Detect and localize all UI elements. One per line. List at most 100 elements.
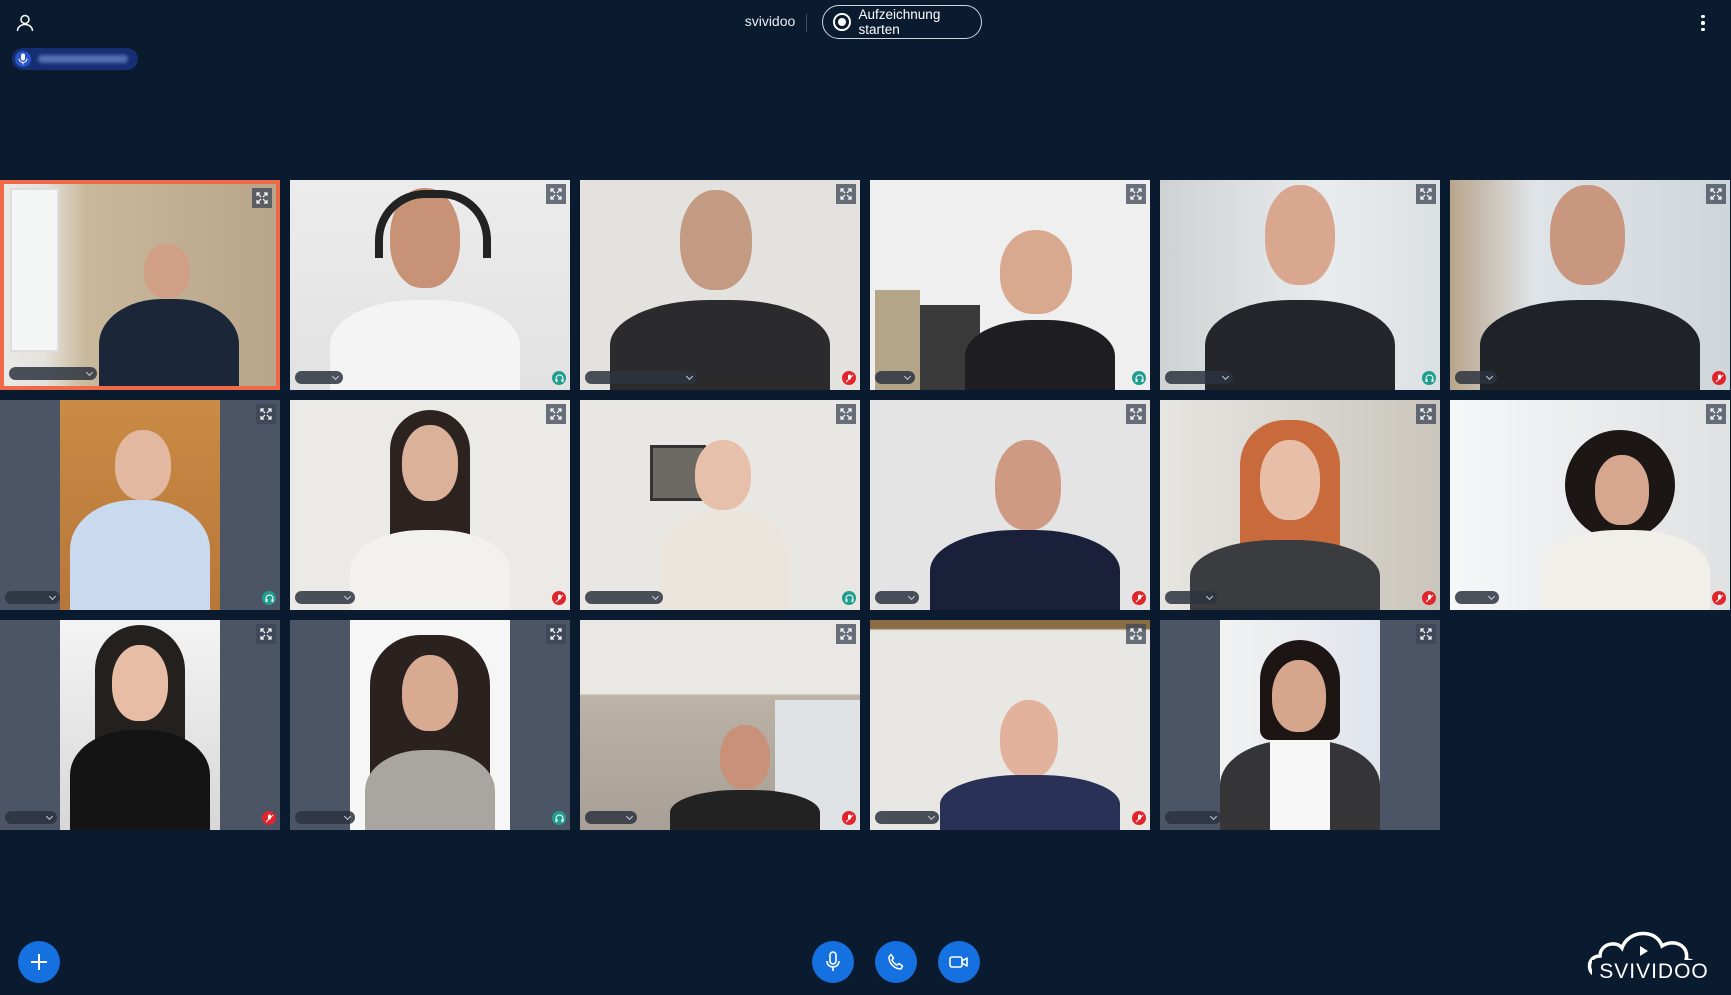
room-name: svividoo [744, 13, 796, 29]
participant-name-pill[interactable] [1455, 371, 1497, 384]
video-tile[interactable] [290, 400, 570, 610]
expand-icon[interactable] [252, 188, 272, 208]
expand-icon[interactable] [546, 404, 566, 424]
video-tile[interactable] [580, 620, 860, 830]
mic-muted-icon [552, 591, 566, 605]
video-tile[interactable] [1160, 620, 1440, 830]
video-tile[interactable] [580, 400, 860, 610]
expand-icon[interactable] [1416, 404, 1436, 424]
video-tile[interactable] [870, 620, 1150, 830]
video-tile[interactable] [290, 620, 570, 830]
suit [1205, 300, 1395, 390]
plus-icon [31, 954, 47, 970]
expand-icon[interactable] [836, 624, 856, 644]
expand-icon[interactable] [1126, 404, 1146, 424]
expand-icon[interactable] [1126, 624, 1146, 644]
shirt [670, 790, 820, 830]
expand-icon[interactable] [256, 404, 276, 424]
mic-toggle-button[interactable] [812, 941, 854, 983]
video-tile[interactable] [0, 180, 280, 390]
participant-name-pill[interactable] [875, 371, 915, 384]
participant-name-pill[interactable] [875, 811, 939, 824]
video-tile[interactable] [0, 620, 280, 830]
expand-icon[interactable] [1126, 184, 1146, 204]
participant-name-pill[interactable] [585, 811, 637, 824]
participant-video [580, 400, 860, 610]
expand-icon[interactable] [1706, 404, 1726, 424]
mic-muted-icon [1132, 591, 1146, 605]
face [1265, 185, 1335, 285]
face [995, 440, 1061, 530]
hangup-call-button[interactable] [875, 941, 917, 983]
speaker-name-blurred [38, 55, 128, 63]
video-tile[interactable] [870, 180, 1150, 390]
apron [1270, 740, 1330, 830]
camera-toggle-button[interactable] [938, 941, 980, 983]
participant-video [580, 620, 860, 830]
video-tile[interactable] [580, 180, 860, 390]
headphones-icon [552, 811, 566, 825]
video-tile[interactable] [1160, 180, 1440, 390]
mic-icon [826, 951, 840, 971]
expand-icon[interactable] [836, 184, 856, 204]
participant-name-pill[interactable] [1455, 591, 1499, 604]
participant-video [580, 180, 860, 390]
active-speaker-indicator [12, 48, 138, 70]
face [1550, 185, 1625, 285]
participant-name-pill[interactable] [585, 591, 663, 604]
participant-video [290, 180, 570, 390]
participant-video [4, 184, 276, 386]
participant-name-pill[interactable] [1165, 371, 1233, 384]
participant-video [60, 400, 220, 610]
add-button[interactable] [18, 941, 60, 983]
video-tile[interactable] [0, 400, 280, 610]
expand-icon[interactable] [256, 624, 276, 644]
face [1260, 440, 1320, 520]
window [10, 188, 59, 352]
mic-muted-icon [262, 811, 276, 825]
mic-muted-icon [1132, 811, 1146, 825]
participant-name-pill[interactable] [875, 591, 919, 604]
face [1000, 700, 1058, 778]
mic-muted-icon [842, 371, 856, 385]
start-recording-button[interactable]: Aufzeichnung starten [822, 5, 982, 39]
participant-name-pill[interactable] [295, 811, 355, 824]
more-options-icon[interactable] [1693, 10, 1713, 36]
expand-icon[interactable] [546, 184, 566, 204]
expand-icon[interactable] [1416, 624, 1436, 644]
face [115, 430, 171, 500]
participant-name-pill[interactable] [1165, 811, 1221, 824]
participant-video [870, 400, 1150, 610]
expand-icon[interactable] [1416, 184, 1436, 204]
participant-name-pill[interactable] [5, 591, 60, 604]
shirt [70, 730, 210, 830]
participant-name-pill[interactable] [295, 591, 355, 604]
mic-muted-icon [842, 811, 856, 825]
expand-icon[interactable] [836, 404, 856, 424]
participant-video [60, 620, 220, 830]
participant-name-pill[interactable] [5, 811, 57, 824]
participant-name-pill[interactable] [9, 367, 97, 380]
shirt [70, 500, 210, 610]
video-tile[interactable] [870, 400, 1150, 610]
participant-name-pill[interactable] [295, 371, 343, 384]
video-tile[interactable] [1450, 180, 1730, 390]
user-profile-icon[interactable] [14, 12, 36, 34]
phone-icon [888, 953, 904, 970]
video-tile[interactable] [1450, 400, 1730, 610]
video-tile[interactable] [1160, 400, 1440, 610]
record-label: Aufzeichnung starten [858, 7, 941, 37]
expand-icon[interactable] [1706, 184, 1726, 204]
face [695, 440, 751, 510]
video-tile[interactable] [290, 180, 570, 390]
sweater [350, 530, 510, 610]
logo-text: SVIVIDOO [1599, 960, 1709, 983]
shirt [330, 300, 520, 390]
participant-name-pill[interactable] [1165, 591, 1217, 604]
participant-video [870, 620, 1150, 830]
participant-name-pill[interactable] [585, 371, 697, 384]
face [1595, 455, 1649, 525]
expand-icon[interactable] [546, 624, 566, 644]
participant-video [290, 400, 570, 610]
participant-video [1220, 620, 1380, 830]
